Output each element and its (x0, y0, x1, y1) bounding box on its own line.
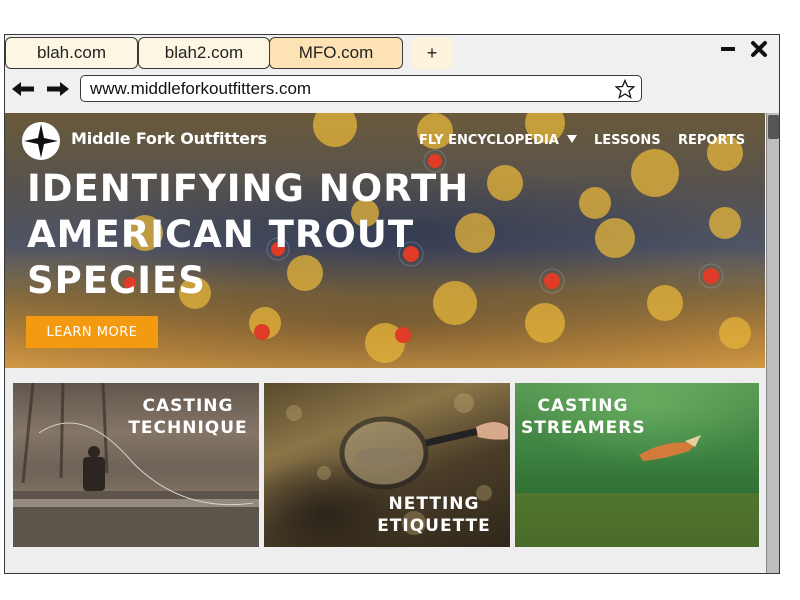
browser-window: blah.com blah2.com MFO.com + www.middlef… (4, 34, 780, 574)
card-title: NETTING ETIQUETTE (377, 494, 491, 536)
card-netting-etiquette[interactable]: NETTING ETIQUETTE (264, 383, 510, 547)
nav-reports[interactable]: REPORTS (678, 133, 745, 148)
tab-mfo[interactable]: MFO.com (269, 37, 403, 69)
minimize-icon (721, 47, 735, 51)
nav-label: LESSONS (594, 133, 661, 148)
forward-arrow-icon (47, 82, 69, 96)
new-tab-button[interactable]: + (411, 37, 453, 69)
page-viewport: Middle Fork Outfitters FLY ENCYCLOPEDIA … (5, 113, 765, 573)
nav-label: FLY ENCYCLOPEDIA (419, 133, 559, 148)
brand-name[interactable]: Middle Fork Outfitters (71, 129, 267, 148)
card-title: CASTING STREAMERS (521, 396, 646, 438)
vertical-scrollbar[interactable] (766, 113, 779, 573)
hero-banner: Middle Fork Outfitters FLY ENCYCLOPEDIA … (5, 113, 765, 368)
tab-blah[interactable]: blah.com (5, 37, 138, 69)
card-title: CASTING TECHNIQUE (128, 396, 248, 438)
dropdown-triangle-icon (567, 135, 578, 143)
close-button[interactable] (747, 39, 771, 59)
card-casting-technique[interactable]: CASTING TECHNIQUE (13, 383, 259, 547)
star-icon (614, 78, 636, 99)
scrollbar-thumb[interactable] (768, 115, 779, 139)
new-tab-label: + (426, 42, 438, 63)
logo-icon[interactable] (21, 121, 61, 161)
back-arrow-icon (12, 82, 34, 96)
url-text: www.middleforkoutfitters.com (90, 78, 312, 98)
nav-fly-encyclopedia[interactable]: FLY ENCYCLOPEDIA (419, 133, 578, 148)
learn-more-button[interactable]: LEARN MORE (26, 316, 158, 348)
nav-lessons[interactable]: LESSONS (594, 133, 661, 148)
card-casting-streamers[interactable]: CASTING STREAMERS (515, 383, 759, 547)
tab-blah2[interactable]: blah2.com (138, 37, 270, 69)
tab-label: blah.com (37, 43, 106, 62)
tab-label: MFO.com (298, 43, 374, 62)
minimize-button[interactable] (717, 39, 739, 59)
bookmark-button[interactable] (614, 78, 636, 99)
forward-button[interactable] (45, 79, 71, 99)
nav-label: REPORTS (678, 133, 746, 148)
back-button[interactable] (10, 79, 36, 99)
address-bar[interactable]: www.middleforkoutfitters.com (80, 75, 642, 102)
hero-title: IDENTIFYING NORTH AMERICAN TROUT SPECIES (27, 167, 470, 302)
close-icon (751, 41, 767, 57)
tab-label: blah2.com (164, 43, 244, 62)
